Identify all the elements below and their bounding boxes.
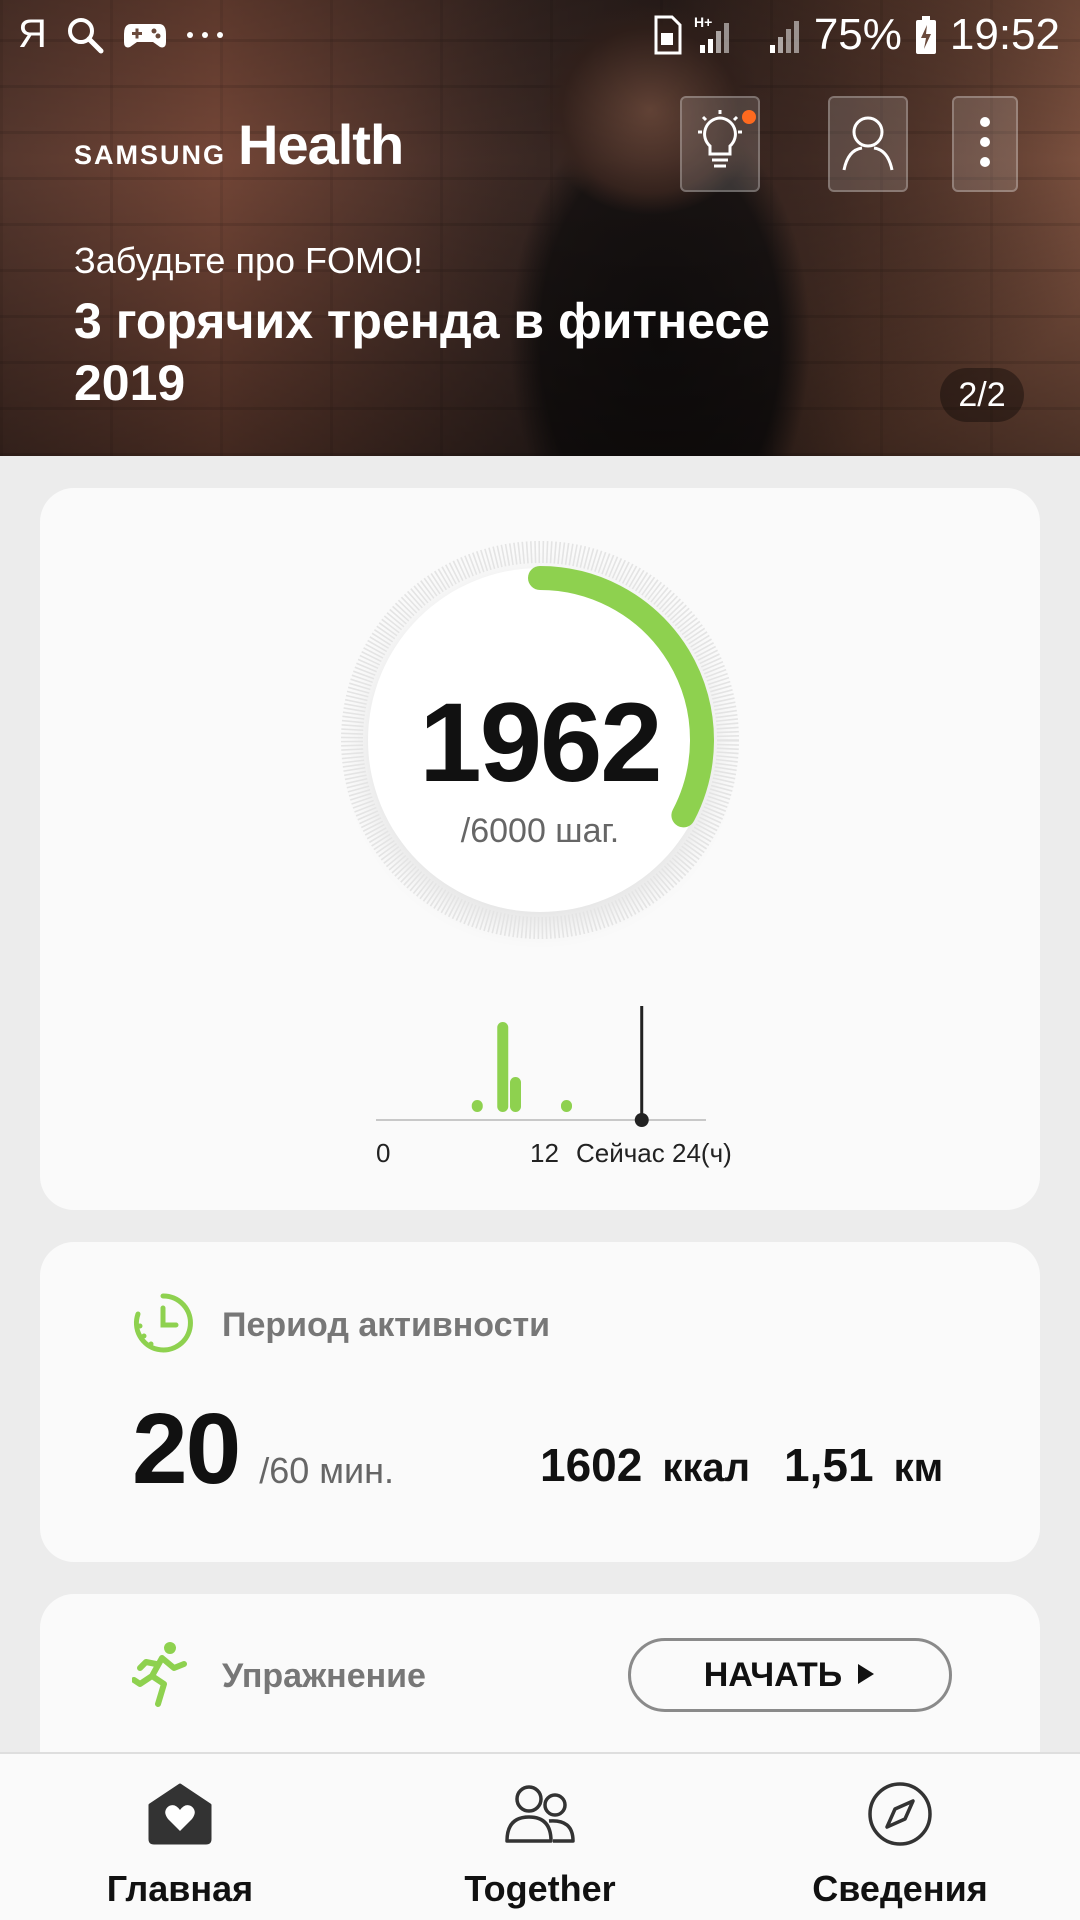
- hero-title: 3 горячих тренда в фитнесе 2019: [74, 293, 770, 411]
- notification-dot: [742, 110, 756, 124]
- active-time-icon: [132, 1292, 194, 1359]
- steps-progress-ring: 1962 /6000 шаг.: [340, 540, 740, 940]
- now-marker-dot: [634, 1113, 649, 1127]
- hero-page-indicator: 2/2: [940, 368, 1024, 422]
- axis-label-end: 24(ч): [672, 1138, 732, 1168]
- nav-discover-label: Сведения: [812, 1868, 988, 1909]
- running-figure-icon: [131, 1640, 188, 1713]
- sim-icon: [652, 15, 682, 55]
- svg-text:H+: H+: [694, 15, 712, 30]
- start-button-label: НАЧАТЬ: [703, 1655, 843, 1694]
- active-time-label: Период активности: [222, 1306, 551, 1344]
- nav-home[interactable]: Главная: [0, 1754, 360, 1920]
- profile-button[interactable]: [828, 96, 908, 192]
- signal-2-icon: [768, 15, 802, 55]
- more-options-button[interactable]: [952, 96, 1018, 192]
- steps-card[interactable]: 1962 /6000 шаг. 0 12 Сейчас 24(ч): [40, 488, 1040, 1210]
- play-icon: [856, 1656, 876, 1695]
- bottom-navigation: Главная Together Сведения: [0, 1752, 1080, 1920]
- distance-unit: км: [893, 1446, 944, 1490]
- calories-value: 1602: [540, 1439, 643, 1491]
- distance-value: 1,51: [784, 1439, 874, 1491]
- user-profile-icon: [840, 110, 896, 179]
- more-vertical-icon: [978, 114, 992, 175]
- steps-goal: /6000 шаг.: [460, 812, 620, 850]
- hourly-bar: [561, 1100, 572, 1112]
- hero-subtitle: Забудьте про FOMO!: [74, 240, 423, 281]
- exercise-label: Упражнение: [222, 1657, 426, 1695]
- samsung-health-logo: SAMSUNG Health: [74, 113, 404, 176]
- yandex-icon: Я: [18, 12, 47, 56]
- calories-unit: ккал: [662, 1446, 751, 1490]
- status-bar: Я H+ 75% 19:52: [0, 0, 1080, 72]
- gamepad-icon: [123, 18, 167, 52]
- clock: 19:52: [949, 10, 1060, 59]
- signal-icon: H+: [694, 15, 756, 55]
- active-minutes-goal: /60 мин.: [259, 1450, 395, 1491]
- lightbulb-icon: [692, 109, 748, 179]
- steps-count: 1962: [419, 680, 662, 805]
- nav-discover[interactable]: Сведения: [720, 1754, 1080, 1920]
- battery-percent: 75%: [813, 10, 902, 59]
- start-exercise-button[interactable]: НАЧАТЬ: [628, 1638, 952, 1712]
- hourly-bar: [471, 1100, 483, 1112]
- hourly-steps-chart: 0 12 Сейчас 24(ч): [376, 998, 732, 1168]
- hourly-bar: [510, 1077, 521, 1112]
- active-time-card[interactable]: Период активности 20 /60 мин. 1602 ккал …: [40, 1242, 1040, 1562]
- home-heart-icon: [140, 1774, 220, 1854]
- axis-label-start: 0: [376, 1138, 391, 1168]
- battery-charging-icon: [914, 15, 938, 55]
- search-icon: [65, 15, 105, 55]
- nav-together[interactable]: Together: [360, 1754, 720, 1920]
- hourly-bar: [497, 1022, 509, 1112]
- nav-together-label: Together: [464, 1868, 616, 1909]
- more-notifications-icon: [185, 30, 225, 40]
- tips-button[interactable]: [680, 96, 760, 192]
- active-minutes: 20: [132, 1393, 241, 1505]
- hero-banner[interactable]: Я H+ 75% 19:52 SAMSUNG Health Забудьте п…: [0, 0, 1080, 456]
- nav-home-label: Главная: [106, 1868, 254, 1909]
- axis-label-mid: 12: [530, 1138, 559, 1168]
- compass-icon: [860, 1774, 940, 1854]
- people-icon: [500, 1774, 580, 1854]
- axis-label-now: Сейчас: [576, 1138, 665, 1168]
